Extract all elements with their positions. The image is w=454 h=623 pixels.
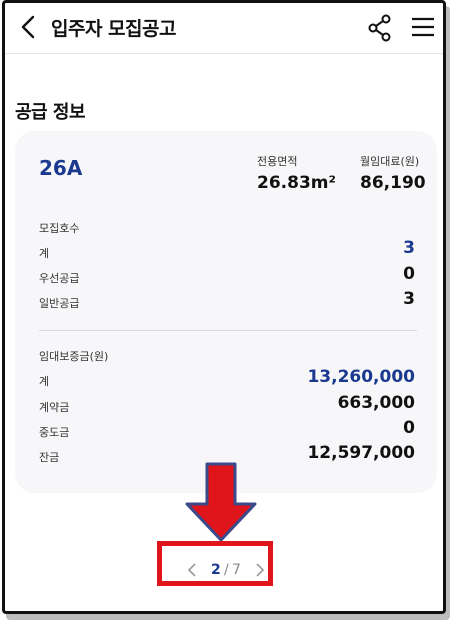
area-label: 전용면적 [257, 155, 298, 168]
pagination-separator: / [224, 562, 229, 578]
back-button[interactable] [19, 14, 41, 40]
deposit-middle-value: 0 [403, 418, 415, 438]
back-arrow-icon [21, 15, 35, 39]
divider [39, 330, 417, 331]
share-button[interactable] [367, 14, 393, 42]
menu-icon [412, 17, 434, 37]
chevron-right-icon [256, 563, 265, 577]
deposit-middle-label: 중도금 [39, 426, 70, 439]
deposit-total-label: 계 [39, 375, 50, 388]
down-arrow-annotation-icon [185, 462, 257, 542]
page-title: 입주자 모집공고 [51, 18, 176, 40]
supply-info-card: 26A 전용면적 26.83m² 월임대료(원) 86,190 모집호수 계 3… [15, 131, 437, 493]
pagination-total: 7 [232, 562, 241, 578]
deposit-total-value: 13,260,000 [307, 367, 415, 387]
deposit-balance-value: 12,597,000 [307, 443, 415, 463]
deposit-contract-value: 663,000 [337, 393, 415, 413]
unit-type: 26A [39, 156, 83, 180]
units-priority-value: 0 [403, 264, 415, 284]
share-icon [368, 14, 391, 42]
units-group-label: 모집호수 [39, 222, 80, 235]
prev-page-button[interactable] [186, 560, 198, 580]
deposit-group-label: 임대보증금(원) [39, 350, 109, 363]
rent-label: 월임대료(원) [360, 155, 420, 168]
menu-button[interactable] [410, 14, 436, 40]
deposit-balance-label: 잔금 [39, 451, 60, 464]
units-priority-label: 우선공급 [39, 272, 80, 285]
app-header: 입주자 모집공고 [5, 3, 443, 54]
chevron-left-icon [187, 563, 196, 577]
deposit-contract-label: 계약금 [39, 401, 70, 414]
rent-value: 86,190 [360, 173, 426, 193]
units-general-label: 일반공급 [39, 297, 80, 310]
area-value: 26.83m² [257, 173, 336, 193]
units-total-value: 3 [403, 238, 415, 258]
units-total-label: 계 [39, 247, 50, 260]
next-page-button[interactable] [254, 560, 266, 580]
section-title: 공급 정보 [15, 102, 86, 123]
units-general-value: 3 [403, 289, 415, 309]
pagination-current: 2 [211, 562, 221, 578]
